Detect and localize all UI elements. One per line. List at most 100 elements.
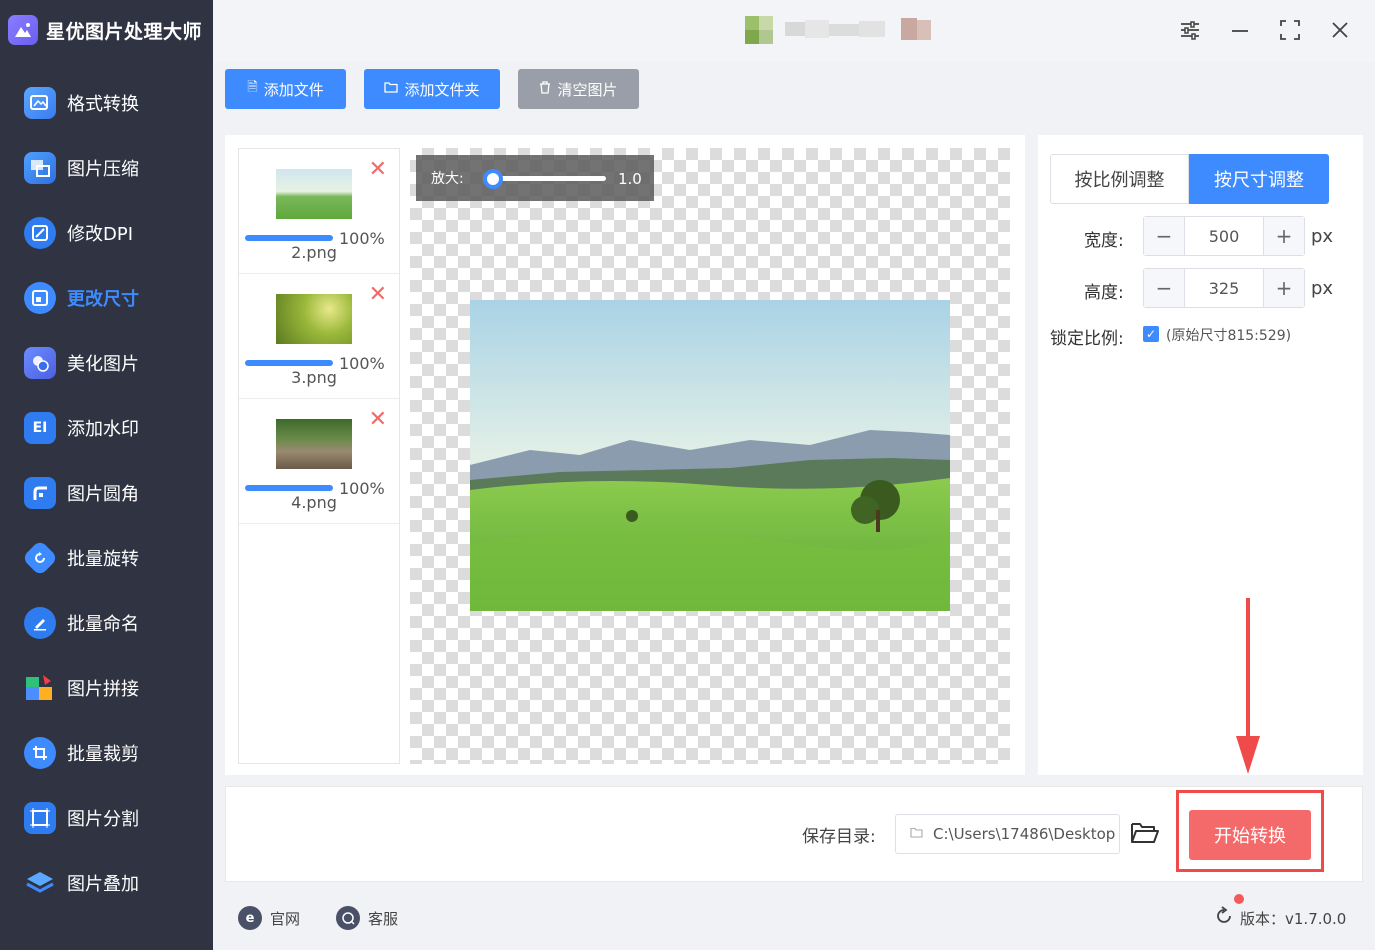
sidebar-nav: 格式转换 图片压缩 修改DPI 更改尺寸 美化图片 EI 添加水印 图片圆角 批… [0,70,213,915]
file-thumbnail [276,294,352,344]
progress-bar [245,360,333,366]
save-path-text: C:\Users\17486\Desktop [933,825,1116,843]
image-compress-icon [24,151,56,184]
dpi-icon [24,216,56,249]
chat-icon [336,906,360,930]
zoom-value: 1.0 [618,170,642,188]
file-item[interactable]: ✕ 100% 3.png [239,274,399,399]
minimize-icon[interactable] [1226,16,1254,44]
app-title: 星优图片处理大师 [8,12,202,48]
file-list: ✕ 100% 2.png ✕ 100% 3.png ✕ 100% 4.png [238,148,400,764]
sidebar-item-resize[interactable]: 更改尺寸 [0,265,213,330]
sidebar-item-watermark[interactable]: EI 添加水印 [0,395,213,460]
file-item[interactable]: ✕ 100% 2.png [239,149,399,274]
sidebar-item-label: 图片拼接 [67,678,139,700]
file-icon: 🗎 [247,80,258,95]
user-avatar[interactable] [745,16,935,44]
zoom-label: 放大: [431,171,464,187]
down-arrow-icon [1236,598,1260,774]
app-logo-icon [8,15,38,45]
support-link[interactable]: 客服 [336,906,398,930]
add-folder-label: 添加文件夹 [404,80,480,99]
sidebar-item-compress[interactable]: 图片压缩 [0,135,213,200]
sidebar-item-dpi[interactable]: 修改DPI [0,200,213,265]
sidebar-item-label: 图片分割 [67,808,139,830]
original-size-text: (原始尺寸815:529) [1166,328,1292,344]
highlight-box [1176,790,1324,872]
sidebar-item-label: 格式转换 [67,93,139,115]
sidebar-item-label: 批量命名 [67,613,139,635]
add-folder-button[interactable]: 添加文件夹 [364,69,500,109]
sidebar: 星优图片处理大师 格式转换 图片压缩 修改DPI 更改尺寸 美化图片 EI 添加… [0,0,213,950]
delete-icon[interactable]: ✕ [369,282,387,307]
crop-icon [24,736,56,769]
file-name: 2.png [291,243,337,262]
lock-ratio-label: 锁定比例: [1050,329,1124,349]
support-label: 客服 [368,909,399,928]
beautify-icon [24,346,56,379]
browse-folder-icon[interactable] [1130,820,1160,848]
trash-icon [539,80,551,98]
add-file-button[interactable]: 🗎 添加文件 [225,69,346,109]
tab-label: 按尺寸调整 [1214,170,1304,191]
tab-label: 按比例调整 [1074,170,1165,191]
sidebar-item-rename[interactable]: 批量命名 [0,590,213,655]
zoom-slider-handle[interactable] [483,169,503,189]
resize-icon [24,281,56,314]
split-icon [24,801,56,834]
sidebar-item-label: 批量旋转 [67,548,139,570]
image-convert-icon [24,86,56,119]
file-name: 3.png [291,368,337,387]
width-unit: px [1311,226,1334,247]
website-label: 官网 [270,909,301,928]
delete-icon[interactable]: ✕ [369,157,387,182]
folder-icon [384,81,399,97]
file-item[interactable]: ✕ 100% 4.png [239,399,399,524]
progress-bar [245,235,333,241]
clear-images-label: 清空图片 [557,80,618,99]
tab-size-adjust[interactable]: 按尺寸调整 [1189,154,1329,204]
version-text: 版本：v1.7.0.0 [1240,909,1347,928]
version-info[interactable]: 版本：v1.7.0.0 [1214,906,1346,930]
height-unit: px [1311,278,1334,299]
file-thumbnail [276,169,352,219]
decrease-icon[interactable]: − [1144,269,1184,307]
watermark-icon: EI [24,411,56,444]
puzzle-icon [24,672,56,704]
tab-ratio-adjust[interactable]: 按比例调整 [1050,154,1189,204]
width-input[interactable]: 500 [1184,217,1264,255]
settings-icon[interactable] [1176,16,1204,44]
sidebar-item-split[interactable]: 图片分割 [0,785,213,850]
layers-icon [24,867,56,899]
app-name: 星优图片处理大师 [46,20,203,43]
increase-icon[interactable]: + [1264,217,1304,255]
maximize-icon[interactable] [1276,16,1304,44]
sidebar-item-beautify[interactable]: 美化图片 [0,330,213,395]
increase-icon[interactable]: + [1264,269,1304,307]
sidebar-item-label: 批量裁剪 [67,743,139,765]
lock-ratio-checkbox[interactable]: ✓ [1143,326,1159,342]
sidebar-item-format-convert[interactable]: 格式转换 [0,70,213,135]
sidebar-item-label: 添加水印 [67,418,139,440]
refresh-icon [1214,906,1234,930]
sidebar-item-rotate[interactable]: 批量旋转 [0,525,213,590]
delete-icon[interactable]: ✕ [369,407,387,432]
sidebar-item-rounded-corner[interactable]: 图片圆角 [0,460,213,525]
close-icon[interactable] [1326,16,1354,44]
decrease-icon[interactable]: − [1144,217,1184,255]
save-path-input[interactable]: C:\Users\17486\Desktop [895,814,1120,854]
sidebar-item-layers[interactable]: 图片叠加 [0,850,213,915]
ie-globe-icon: e [238,906,262,930]
website-link[interactable]: e 官网 [238,906,300,930]
sidebar-item-label: 美化图片 [67,353,139,375]
height-stepper[interactable]: − 325 + [1143,268,1305,308]
height-input[interactable]: 325 [1184,269,1264,307]
sidebar-item-puzzle[interactable]: 图片拼接 [0,655,213,720]
rounded-corner-icon [24,476,56,509]
clear-images-button[interactable]: 清空图片 [518,69,639,109]
width-stepper[interactable]: − 500 + [1143,216,1305,256]
file-thumbnail [276,419,352,469]
zoom-slider-track[interactable] [486,176,606,181]
rotate-icon [21,539,59,576]
sidebar-item-crop[interactable]: 批量裁剪 [0,720,213,785]
